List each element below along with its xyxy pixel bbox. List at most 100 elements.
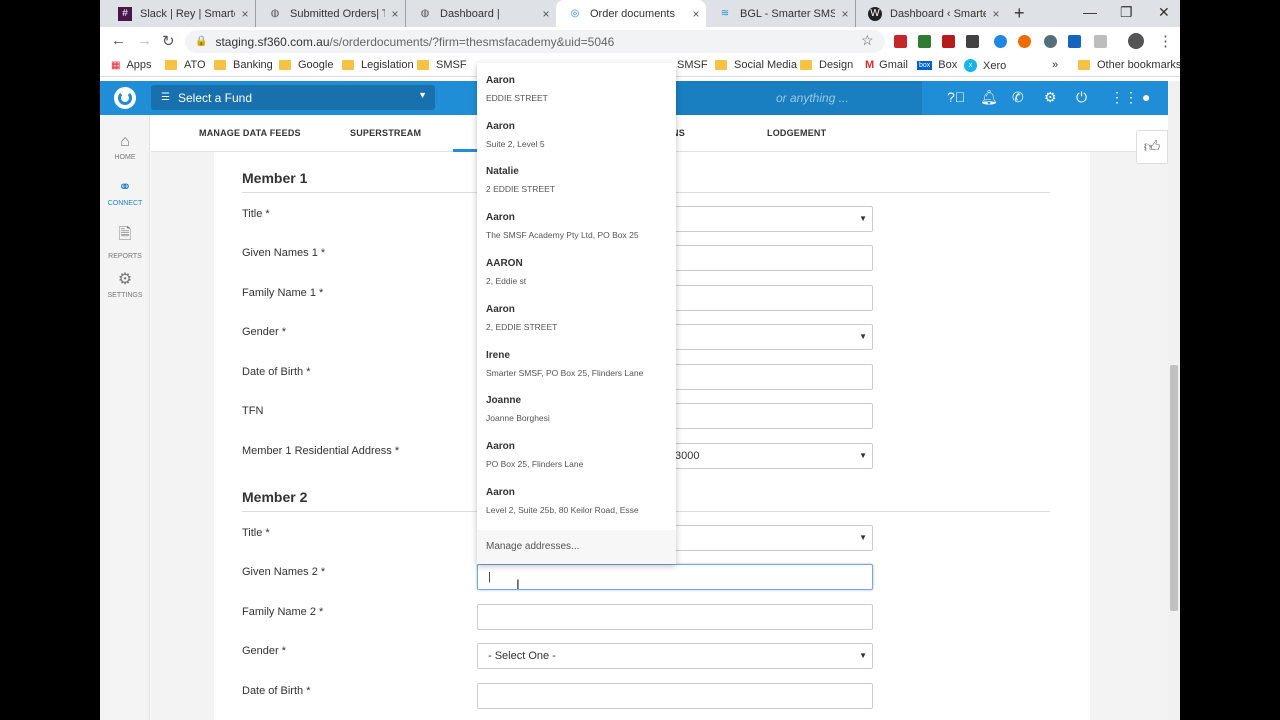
sf360-icon: ◎ <box>570 8 580 19</box>
tab-title: Submitted Orders| Temp <box>290 7 385 20</box>
close-icon[interactable]: × <box>686 7 706 21</box>
fund-selector-label: Select a Fund <box>177 90 253 105</box>
sidebar-item-label: REPORTS <box>108 253 142 260</box>
tab-slack[interactable]: # Slack | Rey | Smarter SM × <box>106 0 256 27</box>
xero-icon: x <box>964 59 977 72</box>
extension-icon[interactable] <box>918 35 931 48</box>
menu-icon[interactable]: ⋮ <box>1158 32 1173 50</box>
bookmark-box[interactable]: box Box <box>917 59 957 71</box>
bookmark-google[interactable]: Google <box>279 59 333 71</box>
tab-lodgement[interactable]: LODGEMENT <box>767 128 826 138</box>
list-item[interactable]: Aaron Suite 2, Level 5 <box>486 121 545 149</box>
given-names-field-2[interactable]: | <box>477 564 873 590</box>
close-icon[interactable]: × <box>986 7 1006 21</box>
bookmark-legislation[interactable]: Legislation <box>342 59 414 71</box>
phone-icon[interactable]: ✆ <box>1012 89 1024 106</box>
extension-icon[interactable] <box>1094 35 1107 48</box>
sidebar-item-home[interactable]: ⌂ HOME <box>100 133 150 161</box>
apps-grid-icon[interactable]: ⋮⋮ <box>1110 89 1138 106</box>
gear-icon: ⚙ <box>117 271 133 288</box>
tab-manage-data-feeds[interactable]: MANAGE DATA FEEDS <box>199 128 301 138</box>
page-scrollbar[interactable] <box>1168 81 1180 720</box>
bell-icon[interactable]: 🔔︎ <box>980 89 998 106</box>
extension-icon[interactable] <box>1018 35 1031 48</box>
bgl-icon: ≋ <box>720 8 730 19</box>
bookmark-label: Gmail <box>879 59 908 71</box>
power-icon[interactable]: ⏻ <box>1076 89 1087 106</box>
bookmark-gmail[interactable]: M Gmail <box>865 59 908 71</box>
globe-icon: ◍ <box>270 8 280 19</box>
minimize-button[interactable]: — <box>1083 4 1097 20</box>
chevron-down-icon: ▼ <box>859 651 867 660</box>
scrollbar-thumb[interactable] <box>1170 365 1178 611</box>
bookmarks-overflow[interactable]: » <box>1052 59 1058 71</box>
tab-dashboard[interactable]: ◍ Dashboard | × <box>406 0 556 27</box>
bookmark-banking[interactable]: Banking <box>214 59 273 71</box>
manage-addresses-link[interactable]: Manage addresses... <box>477 530 676 564</box>
extension-icon[interactable] <box>1044 35 1057 48</box>
tab-submitted-orders[interactable]: ◍ Submitted Orders| Temp × <box>256 0 406 27</box>
close-window-button[interactable]: ✕ <box>1158 4 1170 21</box>
close-icon[interactable]: × <box>536 7 556 21</box>
item-name: Aaron <box>486 75 515 86</box>
bookmark-xero[interactable]: x Xero <box>964 59 1006 72</box>
close-icon[interactable]: × <box>235 7 255 21</box>
bookmark-star-icon[interactable]: ☆ <box>861 32 874 49</box>
bookmark-label: Other bookmarks <box>1097 59 1180 71</box>
tab-superstream[interactable]: SUPERSTREAM <box>350 128 421 138</box>
item-name: Aaron <box>486 304 515 315</box>
list-item[interactable]: Natalie 2 EDDIE STREET <box>486 166 555 194</box>
gender-select-2[interactable]: - Select One - ▼ <box>477 643 873 669</box>
extension-icon[interactable] <box>1068 35 1081 48</box>
extension-icon[interactable] <box>894 35 907 48</box>
list-item[interactable]: Irene Smarter SMSF, PO Box 25, Flinders L… <box>486 350 643 378</box>
gear-icon[interactable]: ⚙ <box>1044 89 1057 106</box>
bookmark-smsf-2[interactable]: SMSF <box>677 59 708 71</box>
list-item[interactable]: Aaron EDDIE STREET <box>486 75 548 103</box>
extension-icon[interactable] <box>994 35 1007 48</box>
restore-button[interactable]: ❐ <box>1120 4 1133 21</box>
dob-field-2[interactable] <box>477 683 873 709</box>
bookmark-label: Xero <box>983 59 1007 72</box>
bookmark-ato[interactable]: ATO <box>165 59 206 71</box>
list-item[interactable]: Aaron The SMSF Academy Pty Ltd, PO Box 25 <box>486 212 639 240</box>
address-bar[interactable]: 🔒 staging.sf360.com.au/s/orderdocuments/… <box>185 30 885 53</box>
thumbs-up-icon[interactable]: 👍︎ <box>1136 130 1168 164</box>
bookmark-social-media[interactable]: Social Media <box>715 59 797 71</box>
reload-icon[interactable]: ↻ <box>162 32 175 50</box>
chevron-down-icon: ▼ <box>859 214 867 223</box>
fund-selector[interactable]: ☰ Select a Fund ▼ <box>151 85 435 110</box>
folder-icon <box>715 60 727 70</box>
sidebar-item-settings[interactable]: ⚙ SETTINGS <box>100 269 150 299</box>
forward-icon[interactable]: → <box>137 32 152 49</box>
family-name-field-2[interactable] <box>477 604 873 630</box>
close-icon[interactable]: × <box>385 7 405 21</box>
sidebar-item-reports[interactable]: 🗎 REPORTS <box>100 223 150 260</box>
reports-icon: 🗎 <box>118 226 132 243</box>
list-item[interactable]: Aaron Level 2, Suite 25b, 80 Keilor Road,… <box>486 487 639 515</box>
list-item[interactable]: Aaron 2, EDDIE STREET <box>486 304 557 332</box>
help-icon[interactable]: ?⃝ <box>947 89 965 105</box>
tab-wordpress[interactable]: W Dashboard ‹ Smarter S × <box>856 0 1006 27</box>
extension-icon[interactable] <box>966 35 979 48</box>
tab-bgl[interactable]: ≋ BGL - Smarter SMSF × <box>706 0 856 27</box>
sidebar-item-connect[interactable]: ⚭ CONNECT <box>100 177 150 207</box>
apps-grid-icon: ▦ <box>111 59 121 71</box>
bookmark-design[interactable]: Design <box>800 59 853 71</box>
new-tab-button[interactable]: + <box>1014 3 1025 24</box>
sf360-logo[interactable] <box>114 87 136 109</box>
back-icon[interactable]: ← <box>111 32 126 49</box>
list-item[interactable]: Joanne Joanne Borghesi <box>486 395 550 423</box>
apps-shortcut[interactable]: ▦ Apps <box>111 59 152 71</box>
bookmark-smsf[interactable]: SMSF <box>417 59 467 71</box>
list-item[interactable]: Aaron PO Box 25, Flinders Lane <box>486 441 583 469</box>
item-name: Aaron <box>486 212 515 223</box>
close-icon[interactable]: × <box>835 7 855 21</box>
database-icon: ☰ <box>161 92 170 103</box>
tab-order-documents[interactable]: ◎ Order documents × <box>556 0 706 27</box>
avatar[interactable] <box>1128 33 1144 49</box>
extension-icon[interactable] <box>942 35 955 48</box>
user-icon[interactable]: ● <box>1142 89 1150 105</box>
list-item[interactable]: AARON 2, Eddie st <box>486 258 526 286</box>
bookmark-other[interactable]: Other bookmarks <box>1078 59 1180 71</box>
